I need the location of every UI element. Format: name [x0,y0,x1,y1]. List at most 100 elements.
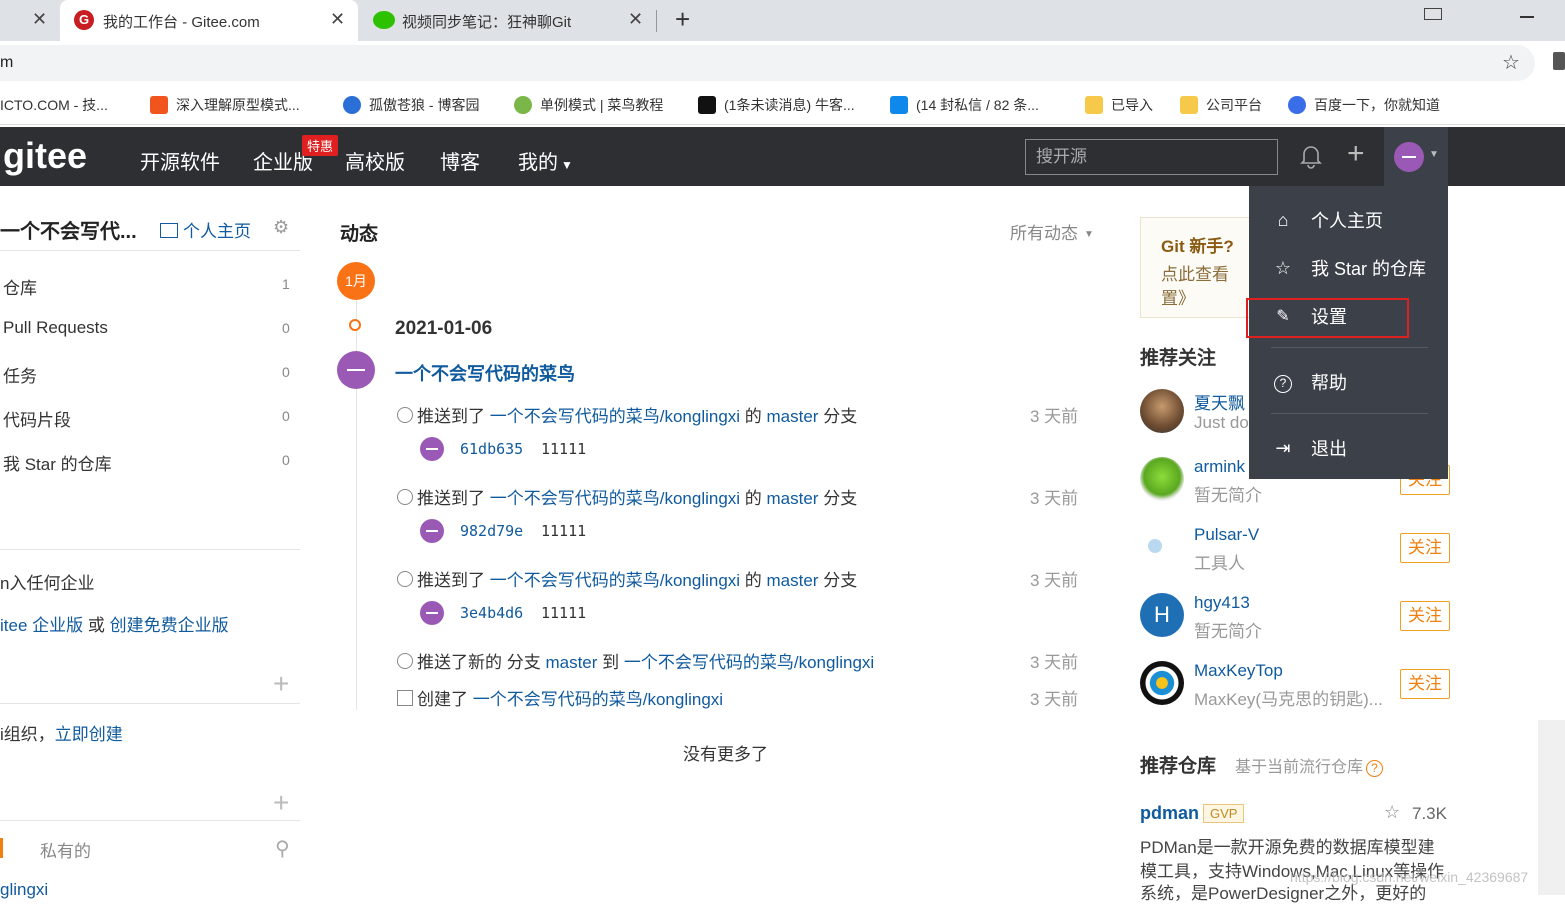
sidebar-item-snippets[interactable]: 代码片段 [3,406,71,431]
repo-link[interactable]: 一个不会写代码的菜鸟/konglingxi [490,407,740,426]
sidebar-count: 0 [282,452,290,468]
star-icon[interactable]: ☆ [1384,802,1400,823]
nav-mine-label: 我的 [518,152,558,174]
user-avatar[interactable] [1140,661,1184,705]
help-icon[interactable]: ? [1366,760,1384,777]
rec-user-name[interactable]: MaxKeyTop [1194,661,1283,681]
time-ago: 3 天前 [1030,407,1079,426]
bookmark-folder[interactable]: 已导入 [1085,94,1153,116]
follow-button[interactable]: 关注 [1400,601,1450,631]
gear-icon[interactable]: ⚙ [273,217,289,238]
menu-item-starred[interactable]: ☆ 我 Star 的仓库 [1273,255,1426,281]
bookmark-item[interactable]: (14 封私信 / 82 条... [890,94,1039,116]
homepage-link[interactable]: 个人主页 [160,217,251,242]
sidebar-item-starred[interactable]: 我 Star 的仓库 [3,450,112,475]
close-icon[interactable]: ✕ [330,9,345,30]
sidebar-item-issues[interactable]: 任务 [3,362,37,387]
bookmark-item[interactable]: 单例模式 | 菜鸟教程 [514,94,663,116]
commit-sha[interactable]: 3e4b4d6 [460,604,523,622]
divider [0,820,300,821]
new-tab-icon[interactable]: + [675,4,690,35]
sidebar-item-prs[interactable]: Pull Requests [3,318,108,338]
repo-star-count: 7.3K [1412,804,1447,823]
repo-link[interactable]: 一个不会写代码的菜鸟/konglingxi [624,653,874,672]
branch-link[interactable]: master [545,653,597,672]
star-icon: ☆ [1274,257,1292,278]
follow-button[interactable]: 关注 [1400,533,1450,563]
commit-message: 11111 [541,604,587,622]
window-restore-icon[interactable] [1424,8,1442,20]
add-org-icon[interactable]: + [273,787,289,819]
sidebar-item-repos[interactable]: 仓库 [3,274,37,299]
bookmark-item[interactable]: ICTO.COM - 技... [0,94,108,116]
rec-user-name[interactable]: hgy413 [1194,593,1250,613]
tab-notes[interactable]: 视频同步笔记：狂神聊Git ✕ [360,0,655,41]
nav-blog[interactable]: 博客 [440,146,480,175]
feed-filter[interactable]: 所有动态 ▼ [1010,219,1094,244]
event-text: 创建了 [417,690,473,709]
bookmark-item[interactable]: 孤傲苍狼 - 博客园 [343,94,479,116]
user-avatar[interactable] [1140,525,1184,569]
divider [0,549,300,550]
branch-link[interactable]: master [767,407,819,426]
add-enterprise-icon[interactable]: + [273,668,289,700]
search-icon[interactable]: ⚲ [275,836,290,861]
plus-icon[interactable]: + [1347,137,1365,171]
create-enterprise-link[interactable]: 创建免费企业版 [110,616,229,635]
tab-gitee[interactable]: G 我的工作台 - Gitee.com ✕ [60,0,358,41]
user-avatar[interactable] [1140,389,1184,433]
bookmark-item[interactable]: 深入理解原型模式... [150,94,300,116]
close-icon[interactable]: ✕ [32,9,47,30]
search-input[interactable]: 搜开源 [1025,139,1278,175]
repo-name-link[interactable]: pdman [1140,803,1199,824]
commit-avatar [420,601,444,625]
address-input[interactable]: m [0,45,1535,81]
star-bookmark-icon[interactable]: ☆ [1502,50,1520,75]
repo-link[interactable]: 一个不会写代码的菜鸟/konglingxi [490,571,740,590]
bookmark-item[interactable]: (1条未读消息) 牛客... [698,94,855,116]
menu-item-help[interactable]: ? 帮助 [1273,369,1347,395]
menu-item-logout[interactable]: ⇥ 退出 [1273,435,1347,461]
nav-education[interactable]: 高校版 [345,146,405,175]
user-avatar[interactable]: H [1140,593,1184,637]
wechat-icon [373,11,395,29]
gitee-logo[interactable]: gitee [3,135,87,177]
scrollbar[interactable] [1538,720,1565,895]
bookmark-folder[interactable]: 公司平台 [1180,94,1262,116]
user-avatar[interactable] [337,351,375,389]
bookmark-item[interactable]: 百度一下，你就知道 [1288,94,1440,116]
create-org-link[interactable]: 立即创建 [55,725,123,744]
enterprise-link[interactable]: itee 企业版 [0,616,83,635]
menu-item-homepage[interactable]: ⌂ 个人主页 [1273,207,1383,233]
rec-user-name[interactable]: 夏天飘 [1194,389,1245,414]
nav-open-source[interactable]: 开源软件 [140,146,220,175]
nav-mine[interactable]: 我的 ▼ [518,146,573,175]
sidebar-count: 1 [282,276,290,292]
close-icon[interactable]: ✕ [628,9,643,30]
commit-sha[interactable]: 982d79e [460,522,523,540]
rec-repo-title: 推荐仓库 [1140,756,1217,777]
user-avatar[interactable] [1140,457,1184,501]
rec-user-name[interactable]: Pulsar-V [1194,525,1259,545]
sidebar-username[interactable]: 一个不会写代... [0,215,137,244]
branch-link[interactable]: master [767,489,819,508]
follow-button[interactable]: 关注 [1400,669,1450,699]
menu-label: 帮助 [1311,373,1347,393]
feed-title: 动态 [340,224,379,245]
feed-user-link[interactable]: 一个不会写代码的菜鸟 [395,360,575,386]
commit-message: 11111 [541,440,587,458]
menu-label: 退出 [1311,439,1347,459]
avatar-menu[interactable]: ▼ [1384,127,1448,186]
repo-link[interactable]: 一个不会写代码的菜鸟/konglingxi [473,690,723,709]
repo-link[interactable]: 一个不会写代码的菜鸟/konglingxi [490,489,740,508]
rec-user-name[interactable]: armink [1194,457,1245,477]
home-icon: ⌂ [1277,209,1289,230]
tab-private-repos[interactable]: 私有的 [40,837,91,862]
minimize-icon[interactable] [1520,16,1534,18]
bell-icon[interactable] [1300,143,1322,169]
tab-prev[interactable]: ✕ [0,0,60,41]
branch-link[interactable]: master [767,571,819,590]
commit-sha[interactable]: 61db635 [460,440,523,458]
repo-list-item[interactable]: glingxi [0,880,48,900]
extension-icon[interactable] [1553,52,1565,70]
